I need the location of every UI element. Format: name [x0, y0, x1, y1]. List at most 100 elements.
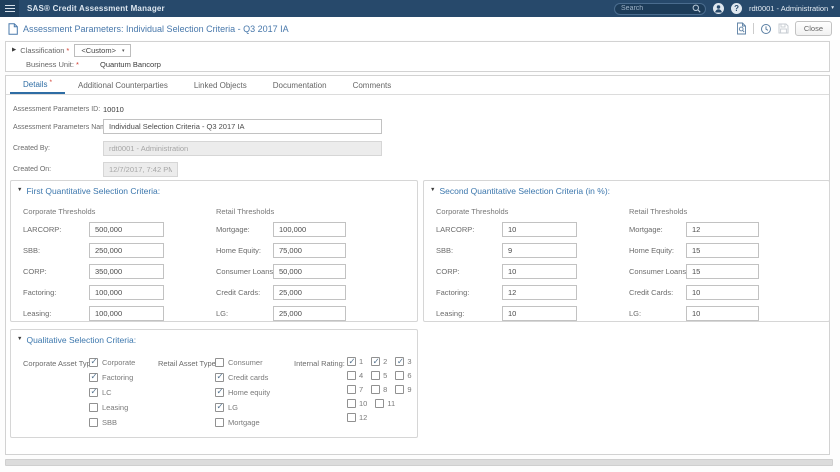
checkbox[interactable] [395, 385, 405, 394]
checkbox-rating-12[interactable]: 12 [347, 413, 367, 422]
collapse-triangle-icon: ▼ [17, 336, 23, 343]
user-icon[interactable] [713, 3, 725, 14]
factoring-pct-input[interactable] [502, 285, 577, 300]
first-quantitative-title: First Quantitative Selection Criteria: [26, 186, 161, 196]
document-check-icon[interactable] [736, 22, 747, 35]
credit-cards-input[interactable] [273, 285, 346, 300]
history-icon[interactable] [760, 23, 772, 35]
home-equity-pct-input[interactable] [686, 243, 759, 258]
checkbox[interactable] [395, 356, 405, 367]
corp-pct-input[interactable] [502, 264, 577, 279]
checkbox[interactable] [347, 385, 356, 394]
assessment-name-input[interactable] [103, 119, 382, 134]
checkbox-rating-4[interactable]: 4 [347, 371, 363, 380]
menu-button[interactable] [0, 0, 19, 17]
checkbox-rating-11[interactable]: 11 [375, 399, 395, 408]
consumer-loans-input[interactable] [273, 264, 346, 279]
qualitative-header[interactable]: ▼ Qualitative Selection Criteria: [17, 335, 136, 345]
checkbox[interactable] [347, 356, 356, 367]
tab-additional-counterparties[interactable]: Additional Counterparties [65, 76, 181, 94]
lg-input[interactable] [273, 306, 346, 321]
checkbox[interactable] [89, 402, 98, 412]
leasing-pct-input[interactable] [502, 306, 577, 321]
threshold-row: Factoring: [23, 285, 164, 300]
checkbox-lg[interactable]: LG [215, 401, 270, 412]
tab-documentation[interactable]: Documentation [260, 76, 340, 94]
checkbox[interactable] [371, 356, 381, 367]
search-input[interactable] [619, 5, 693, 12]
checkbox[interactable] [215, 371, 224, 382]
global-search[interactable] [614, 2, 707, 15]
consumer-loans-pct-input[interactable] [686, 264, 759, 279]
checkbox-rating-5[interactable]: 5 [371, 371, 387, 380]
sbb-pct-input[interactable] [502, 243, 577, 258]
retail-thresholds-header: Retail Thresholds [216, 207, 275, 216]
checkbox[interactable] [375, 399, 385, 408]
threshold-row: SBB: [23, 243, 164, 258]
checkbox[interactable] [89, 356, 98, 367]
checkbox[interactable] [215, 417, 224, 427]
checkbox-rating-1[interactable]: 1 [347, 356, 363, 367]
home-equity-input[interactable] [273, 243, 346, 258]
corp-input[interactable] [89, 264, 164, 279]
credit-cards-pct-input[interactable] [686, 285, 759, 300]
checkbox-leasing[interactable]: Leasing [89, 402, 135, 412]
checkbox-lc[interactable]: LC [89, 386, 135, 397]
business-unit-row: Business Unit: * Quantum Bancorp [26, 60, 161, 69]
checkbox[interactable] [89, 417, 98, 427]
larcorp-input[interactable] [89, 222, 164, 237]
checkbox[interactable] [89, 371, 98, 382]
tab-comments[interactable]: Comments [340, 76, 405, 94]
assessment-name-label: Assessment Parameters Name:* [13, 122, 117, 131]
checkbox-rating-7[interactable]: 7 [347, 385, 363, 394]
close-button[interactable]: Close [794, 21, 832, 36]
expand-triangle-icon[interactable]: ▶ [12, 47, 16, 54]
mortgage-pct-input[interactable] [686, 222, 759, 237]
second-quantitative-header[interactable]: ▼ Second Quantitative Selection Criteria… [430, 186, 610, 196]
checkbox-rating-8[interactable]: 8 [371, 385, 387, 394]
retail-thresholds-column: Mortgage: Home Equity: Consumer Loans: C… [216, 222, 346, 321]
user-menu[interactable]: rdt0001 - Administration ▾ [749, 4, 834, 13]
horizontal-scrollbar[interactable] [5, 459, 833, 466]
checkbox-consumer[interactable]: Consumer [215, 357, 270, 367]
tab-linked-objects[interactable]: Linked Objects [181, 76, 260, 94]
checkbox-factoring[interactable]: Factoring [89, 371, 135, 382]
checkbox-mortgage[interactable]: Mortgage [215, 417, 270, 427]
first-quantitative-header[interactable]: ▼ First Quantitative Selection Criteria: [17, 186, 160, 196]
checkbox-sbb[interactable]: SBB [89, 417, 135, 427]
leasing-input[interactable] [89, 306, 164, 321]
checkbox-home-equity[interactable]: Home equity [215, 386, 270, 397]
checkbox-rating-6[interactable]: 6 [395, 371, 412, 380]
classification-value: <Custom> [81, 46, 116, 55]
checkbox-rating-9[interactable]: 9 [395, 385, 412, 394]
checkbox[interactable] [395, 371, 405, 380]
factoring-input[interactable] [89, 285, 164, 300]
checkbox[interactable] [215, 357, 224, 367]
chevron-down-icon: ▾ [121, 47, 125, 54]
checkbox[interactable] [347, 371, 356, 380]
tab-details[interactable]: Details * [10, 76, 65, 94]
threshold-row: LG: [629, 306, 759, 321]
checkbox[interactable] [371, 385, 381, 394]
checkbox-rating-3[interactable]: 3 [395, 356, 412, 367]
checkbox[interactable] [347, 399, 356, 408]
checkbox-credit-cards[interactable]: Credit cards [215, 371, 270, 382]
classification-dropdown[interactable]: <Custom> ▾ [74, 44, 132, 57]
checkbox-rating-2[interactable]: 2 [371, 356, 387, 367]
larcorp-pct-input[interactable] [502, 222, 577, 237]
checkbox[interactable] [89, 386, 98, 397]
lg-pct-input[interactable] [686, 306, 759, 321]
checkbox[interactable] [215, 386, 224, 397]
created-by-row: Created By: [13, 141, 382, 156]
mortgage-input[interactable] [273, 222, 346, 237]
app-title: SAS® Credit Assessment Manager [27, 4, 165, 13]
checkbox-corporate[interactable]: Corporate [89, 356, 135, 367]
checkbox[interactable] [347, 413, 356, 422]
threshold-row: Home Equity: [216, 243, 346, 258]
checkbox[interactable] [215, 401, 224, 412]
sbb-input[interactable] [89, 243, 164, 258]
checkbox-rating-10[interactable]: 10 [347, 399, 367, 408]
document-icon [8, 22, 18, 35]
checkbox[interactable] [371, 371, 381, 380]
help-icon[interactable]: ? [731, 3, 743, 14]
